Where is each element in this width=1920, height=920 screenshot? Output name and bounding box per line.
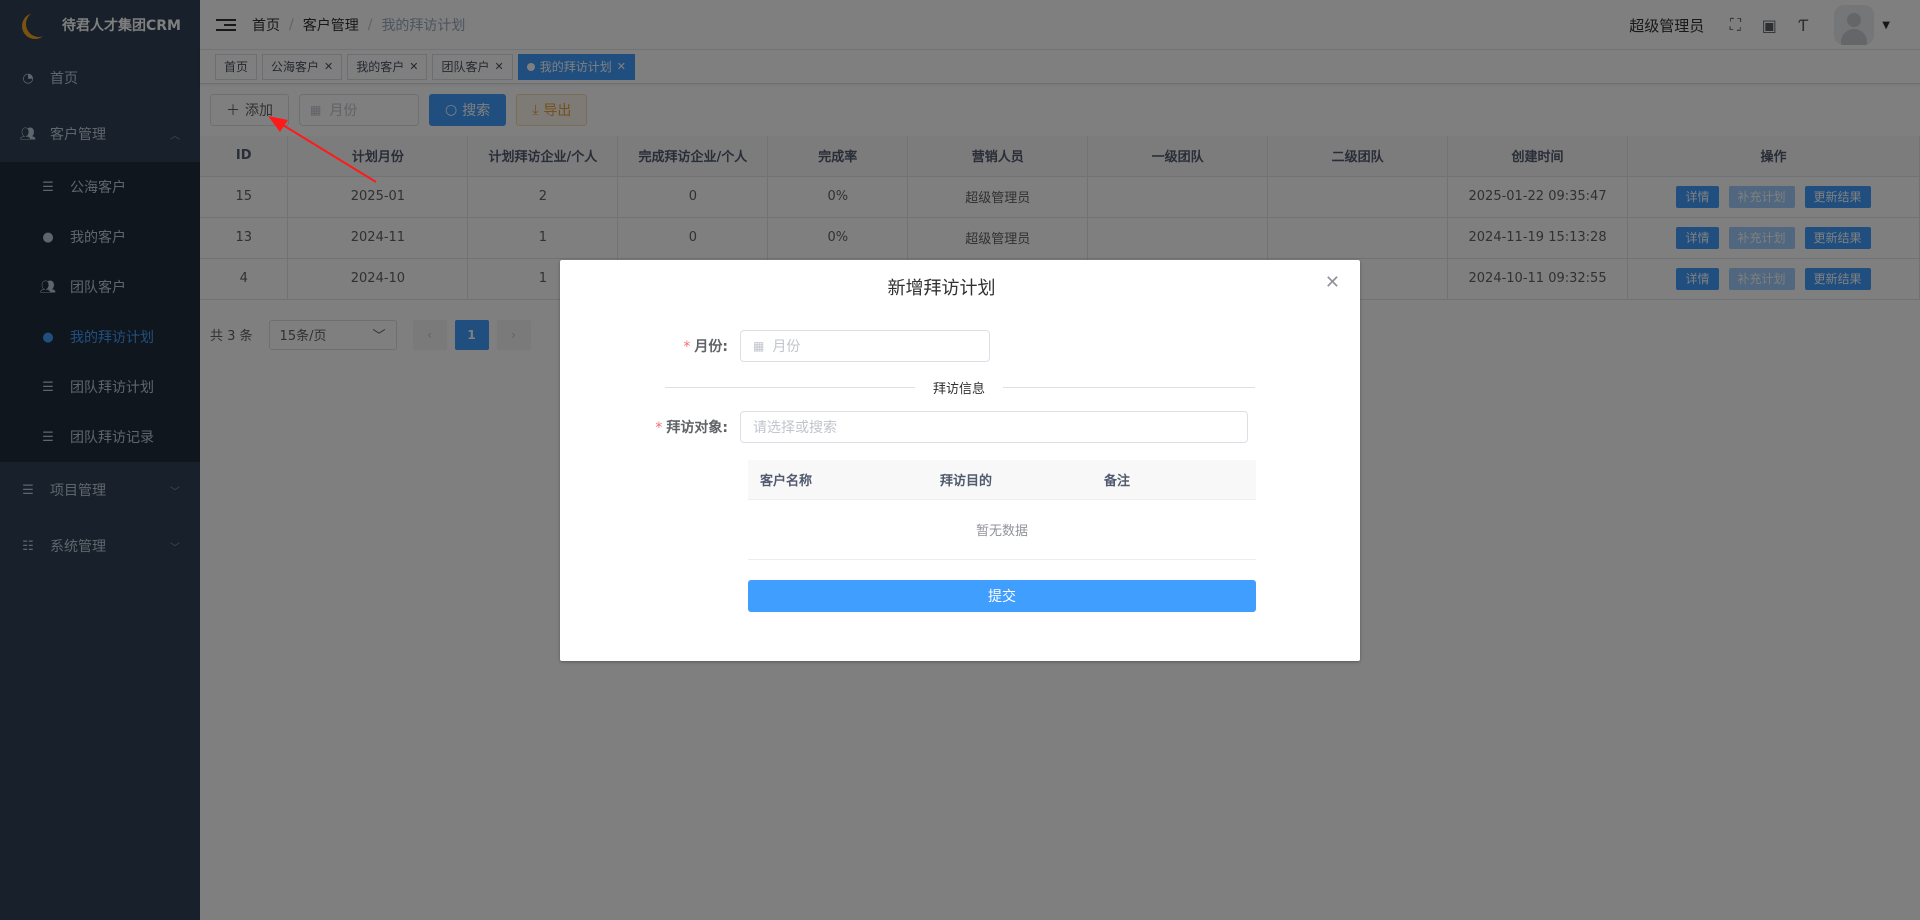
submit-button[interactable]: 提交 [748, 580, 1256, 612]
col-header: 拜访目的 [940, 474, 993, 489]
close-icon[interactable]: ✕ [1325, 272, 1340, 293]
dialog-title: 新增拜访计划 [887, 278, 996, 299]
col-header: 备注 [1104, 474, 1131, 489]
visit-target-table: 客户名称 拜访目的 备注 暂无数据 [748, 460, 1256, 560]
form-row-month: * 月份: ▦ 月份 [600, 330, 990, 362]
divider-label: 拜访信息 [915, 378, 1004, 397]
empty-text: 暂无数据 [748, 500, 1256, 560]
month-picker[interactable]: ▦ 月份 [740, 330, 990, 362]
table-header-row: 客户名称 拜访目的 备注 [748, 460, 1256, 500]
col-header: 客户名称 [760, 474, 813, 489]
calendar-icon: ▦ [753, 339, 765, 353]
form-row-visit-target: * 拜访对象: 请选择或搜索 [600, 411, 1248, 443]
visit-target-select[interactable]: 请选择或搜索 [740, 411, 1248, 443]
add-visit-plan-dialog: 新增拜访计划 ✕ * 月份: ▦ 月份 拜访信息 * 拜访对象: 请选择或搜索 客户名… [560, 260, 1360, 661]
